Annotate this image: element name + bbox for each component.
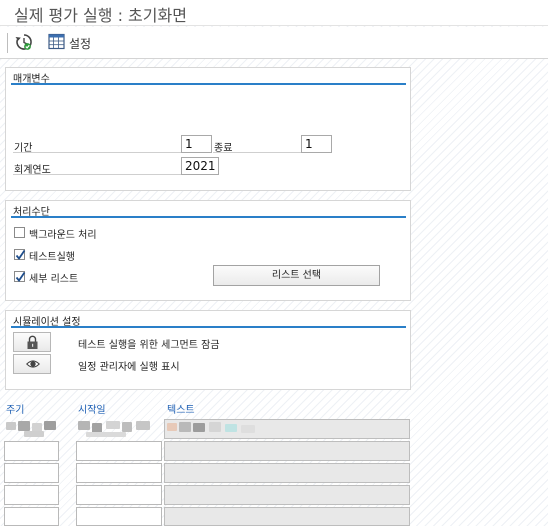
- checkmark-icon: [15, 249, 26, 260]
- test-run-label: 테스트실행: [29, 252, 75, 263]
- settings-label: 설정: [69, 36, 92, 51]
- text-cell[interactable]: [164, 419, 410, 439]
- start-date-cell[interactable]: [76, 463, 162, 483]
- column-header-text[interactable]: 텍스트: [167, 401, 195, 416]
- lock-icon: [27, 335, 38, 349]
- fiscal-year-field[interactable]: 2021: [181, 157, 219, 175]
- period-to-field[interactable]: 1: [301, 135, 332, 153]
- toolbar: 설정: [0, 27, 548, 59]
- text-cell[interactable]: [164, 441, 410, 461]
- end-label-underline: [213, 152, 301, 153]
- period-cell[interactable]: [4, 419, 59, 439]
- start-date-cell[interactable]: [76, 507, 162, 526]
- background-checkbox[interactable]: [14, 227, 25, 238]
- show-in-scheduler-button[interactable]: [13, 354, 51, 374]
- list-select-button[interactable]: 리스트 선택: [213, 265, 380, 286]
- period-cell[interactable]: [4, 463, 59, 483]
- segment-lock-button[interactable]: [13, 332, 51, 352]
- show-in-scheduler-label: 일정 관리자에 실행 표시: [78, 362, 180, 373]
- period-cell[interactable]: [4, 507, 59, 526]
- test-run-checkbox[interactable]: [14, 249, 26, 260]
- start-date-cell[interactable]: [76, 419, 162, 439]
- processing-group: 처리수단 백그라운드 처리 테스트실행 세부 리스트 리스트 선택: [5, 200, 411, 301]
- segment-lock-label: 테스트 실행을 위한 세그먼트 잠금: [78, 340, 220, 351]
- toolbar-separator: [7, 33, 8, 53]
- start-date-cell[interactable]: [76, 485, 162, 505]
- fiscal-year-label-underline: [13, 174, 181, 175]
- title-bar: 실제 평가 실행 : 초기화면: [0, 0, 548, 26]
- period-cell[interactable]: [4, 485, 59, 505]
- simulation-group: 시뮬레이션 설정 테스트 실행을 위한 세그먼트 잠금 일정 관리자에 실행 표…: [5, 310, 411, 390]
- simulation-divider: [11, 326, 406, 328]
- detail-list-label: 세부 리스트: [29, 274, 79, 285]
- execute-clock-icon: [14, 32, 34, 55]
- period-from-field[interactable]: 1: [181, 135, 212, 153]
- column-header-start-date[interactable]: 시작일: [78, 401, 106, 416]
- text-cell[interactable]: [164, 463, 410, 483]
- background-label: 백그라운드 처리: [29, 230, 97, 241]
- window-title: 실제 평가 실행 : 초기화면: [14, 6, 187, 25]
- parameters-group: 매개변수 기간 1 종료 1 회계연도 2021: [5, 67, 411, 191]
- settings-button[interactable]: 설정: [48, 32, 91, 54]
- column-header-period[interactable]: 주기: [6, 401, 24, 416]
- text-cell[interactable]: [164, 485, 410, 505]
- period-label-underline: [13, 152, 181, 153]
- execute-button[interactable]: [14, 32, 34, 54]
- processing-divider: [11, 216, 406, 218]
- settings-table-icon: [48, 33, 65, 53]
- text-cell[interactable]: [164, 507, 410, 526]
- eye-icon: [26, 360, 40, 368]
- detail-list-checkbox[interactable]: [14, 271, 26, 282]
- start-date-cell[interactable]: [76, 441, 162, 461]
- parameters-divider: [11, 83, 406, 85]
- checkmark-icon: [15, 271, 26, 282]
- period-cell[interactable]: [4, 441, 59, 461]
